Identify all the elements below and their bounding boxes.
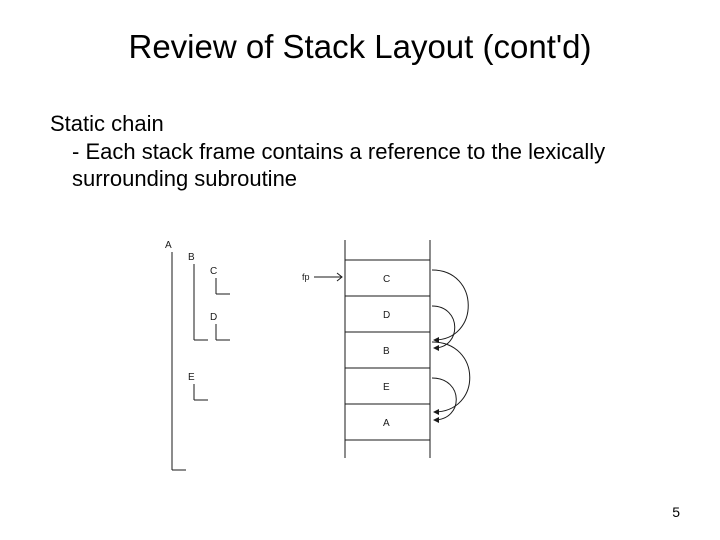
frame-label-2: B: [383, 346, 390, 357]
page-number: 5: [672, 504, 680, 520]
frame-label-3: E: [383, 382, 390, 393]
body-text: Static chain - Each stack frame contains…: [0, 74, 720, 193]
tree-label-a: A: [165, 240, 172, 251]
tree-label-c: C: [210, 266, 217, 277]
bullet-text: - Each stack frame contains a reference …: [50, 138, 670, 193]
fp-pointer: fp: [302, 272, 342, 282]
tree-label-e: E: [188, 372, 195, 383]
stack-diagram: A B C D E fp: [150, 240, 550, 490]
subheading: Static chain: [50, 110, 670, 138]
slide-title: Review of Stack Layout (cont'd): [0, 0, 720, 74]
tree-label-d: D: [210, 312, 217, 323]
frame-label-1: D: [383, 310, 390, 321]
tree-label-b: B: [188, 252, 195, 263]
fp-label: fp: [302, 272, 310, 282]
static-links: [432, 270, 470, 420]
stack-frames: C D B E A: [345, 240, 430, 458]
frame-label-4: A: [383, 418, 390, 429]
frame-label-0: C: [383, 274, 390, 285]
nesting-tree: A B C D E: [165, 240, 230, 470]
